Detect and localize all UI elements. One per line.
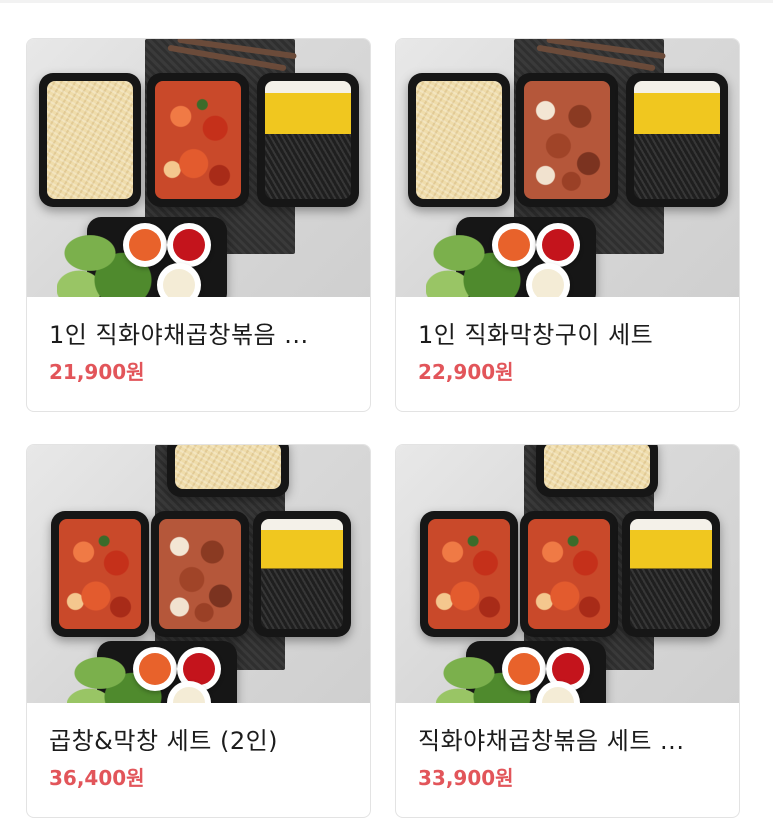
product-image[interactable]	[396, 39, 739, 297]
product-card[interactable]: 1인 직화야채곱창볶음 ... 21,900원	[26, 38, 371, 412]
product-price: 22,900원	[418, 360, 514, 384]
product-price: 21,900원	[49, 360, 145, 384]
top-divider	[0, 0, 773, 3]
product-name[interactable]: 곱창&막창 세트 (2인)	[49, 725, 348, 757]
product-card[interactable]: 1인 직화막창구이 세트 22,900원	[395, 38, 740, 412]
product-name[interactable]: 1인 직화막창구이 세트	[418, 319, 717, 351]
product-card[interactable]: 직화야채곱창볶음 세트 ... 33,900원	[395, 444, 740, 818]
product-image[interactable]	[27, 39, 370, 297]
product-price: 33,900원	[418, 766, 514, 790]
product-image[interactable]	[27, 445, 370, 703]
product-name[interactable]: 1인 직화야채곱창볶음 ...	[49, 319, 348, 351]
product-price: 36,400원	[49, 766, 145, 790]
product-name[interactable]: 직화야채곱창볶음 세트 ...	[418, 725, 717, 757]
product-grid: 1인 직화야채곱창볶음 ... 21,900원 1인 직화막창구이 세트 22,…	[26, 38, 740, 818]
product-image[interactable]	[396, 445, 739, 703]
product-card[interactable]: 곱창&막창 세트 (2인) 36,400원	[26, 444, 371, 818]
